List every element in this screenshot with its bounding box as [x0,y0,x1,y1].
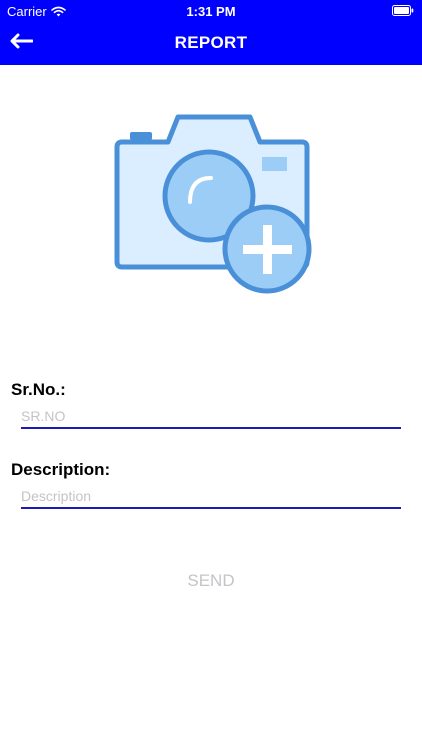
battery-icon [392,5,414,16]
top-bar: Carrier 1:31 PM REPORT [0,0,422,65]
srno-input[interactable] [21,405,401,429]
status-time: 1:31 PM [186,4,236,19]
add-photo-button[interactable] [110,112,316,298]
add-photo-camera-icon [114,114,312,294]
page-title: REPORT [174,33,248,52]
send-button[interactable]: SEND [150,566,272,596]
nav-bar: REPORT [0,22,422,65]
srno-label: Sr.No.: [11,380,66,399]
description-input[interactable] [21,485,401,509]
description-label: Description: [11,460,111,479]
status-bar: Carrier 1:31 PM [0,0,422,22]
